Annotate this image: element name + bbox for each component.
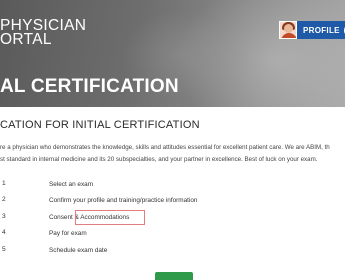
step-number-4: 4	[2, 229, 6, 236]
step-label-confirm-profile: Confirm your profile and training/practi…	[49, 197, 198, 204]
brand-line-2: ORTAL	[0, 31, 52, 48]
profile-button-label: PROFILE	[303, 25, 340, 35]
step-label-schedule-exam: Schedule exam date	[49, 247, 108, 254]
portal-logo[interactable]: PHYSICIAN ORTAL	[0, 18, 86, 48]
step-number-3: 3	[2, 213, 6, 220]
step-number-5: 5	[2, 246, 6, 253]
step-number-2: 2	[2, 196, 6, 203]
accommodations-highlight	[75, 210, 145, 225]
step-label-select-exam: Select an exam	[49, 181, 94, 188]
step-number-1: 1	[2, 180, 6, 187]
avatar[interactable]	[279, 21, 297, 39]
profile-menu-button[interactable]: PROFILE ▼	[297, 21, 345, 39]
step-label-pay-exam: Pay for exam	[49, 230, 87, 237]
intro-text: re a physician who demonstrates the know…	[0, 142, 345, 166]
intro-line-1: re a physician who demonstrates the know…	[0, 144, 330, 151]
intro-line-2: st standard in internal medicine and its…	[0, 156, 318, 163]
begin-button[interactable]	[155, 272, 193, 280]
page-title: AL CERTIFICATION	[0, 76, 179, 97]
section-title: CATION FOR INITIAL CERTIFICATION	[0, 119, 200, 131]
